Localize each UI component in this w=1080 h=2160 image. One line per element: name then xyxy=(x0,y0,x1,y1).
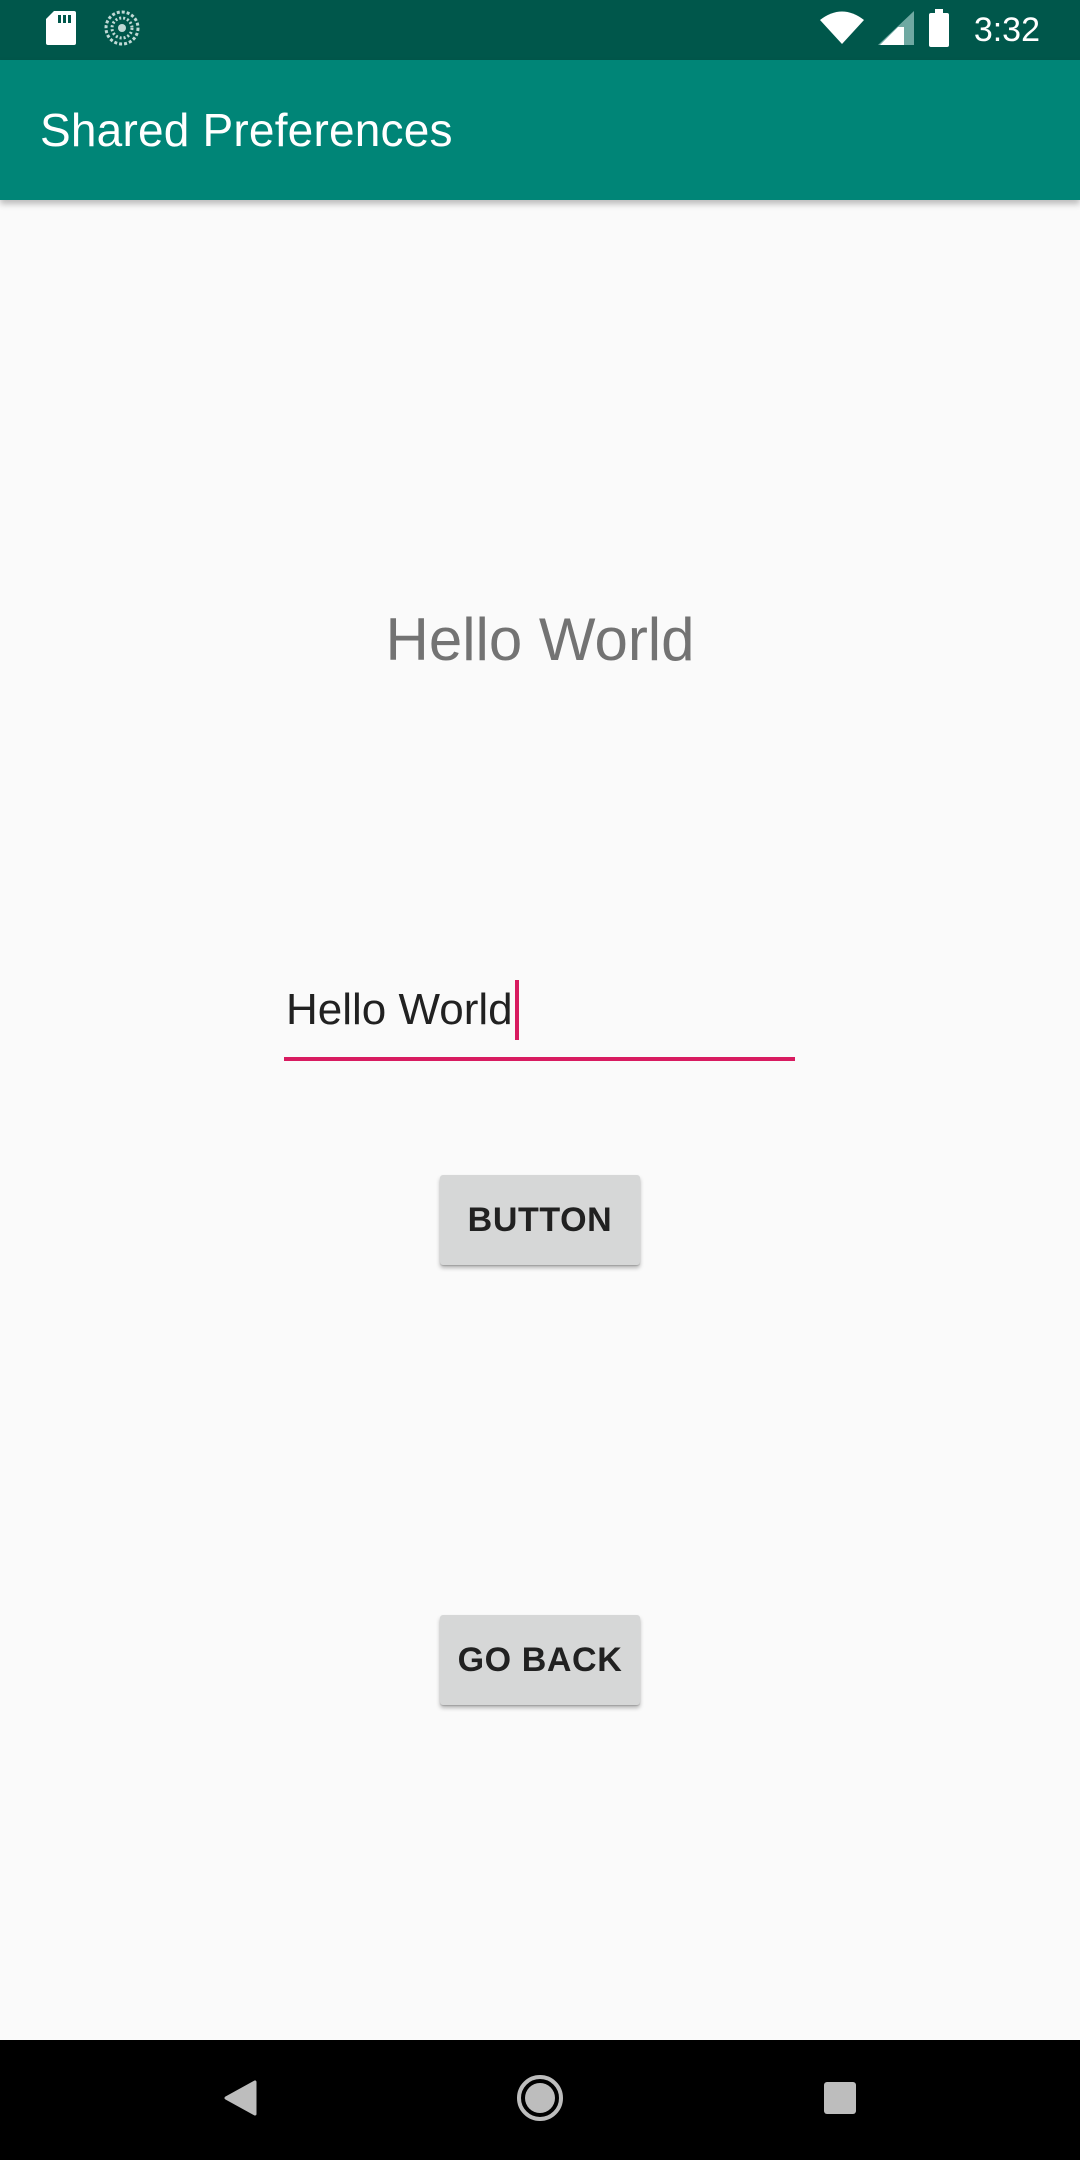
button[interactable]: BUTTON xyxy=(440,1175,640,1265)
recents-button[interactable] xyxy=(790,2040,890,2160)
status-bar: 3:32 xyxy=(0,0,1080,60)
text-caret xyxy=(514,980,519,1040)
status-left-icons xyxy=(46,10,140,50)
go-back-button[interactable]: GO BACK xyxy=(440,1615,640,1705)
back-button[interactable] xyxy=(190,2040,290,2160)
status-time: 3:32 xyxy=(973,10,1040,49)
sync-icon xyxy=(104,10,140,51)
status-right-icons: 3:32 xyxy=(819,0,1040,60)
screen: 3:32 Shared Preferences Hello World Hell… xyxy=(0,0,1080,2160)
app-bar: Shared Preferences xyxy=(0,60,1080,200)
app-title: Shared Preferences xyxy=(40,104,453,156)
hello-world-text: Hello World xyxy=(385,606,695,673)
navigation-bar xyxy=(0,2040,1080,2160)
text-input[interactable]: Hello World xyxy=(284,980,795,1064)
back-icon xyxy=(223,2080,257,2121)
home-icon xyxy=(515,2073,565,2128)
battery-icon xyxy=(928,8,950,52)
sd-card-icon xyxy=(46,10,76,51)
wifi-icon xyxy=(819,11,864,50)
text-input-value[interactable]: Hello World xyxy=(286,980,519,1040)
text-input-content: Hello World xyxy=(286,985,513,1034)
recents-icon xyxy=(823,2081,857,2120)
cellular-signal-icon xyxy=(877,10,914,50)
home-button[interactable] xyxy=(490,2040,590,2160)
text-input-underline xyxy=(284,1057,795,1061)
